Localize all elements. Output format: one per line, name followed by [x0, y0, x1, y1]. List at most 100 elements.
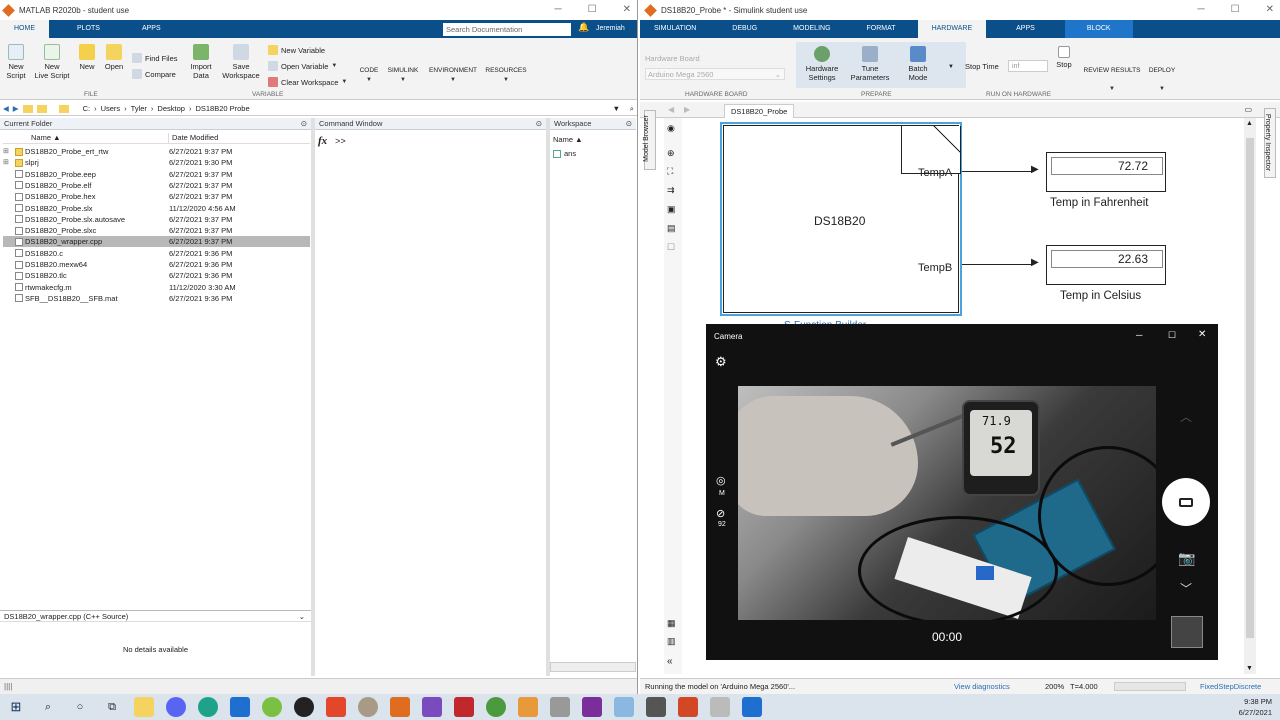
- file-row[interactable]: DS18B20_Probe.slx 11/12/2020 4:56 AM: [3, 203, 310, 214]
- layout-icon[interactable]: ▭: [1244, 105, 1252, 114]
- tab-apps[interactable]: APPS: [1002, 20, 1049, 38]
- property-inspector-strip[interactable]: Property Inspector: [1264, 108, 1276, 178]
- discord-icon[interactable]: [166, 697, 186, 717]
- minimize-icon[interactable]: ─: [1198, 4, 1205, 15]
- annotation-icon[interactable]: ▤: [667, 223, 676, 234]
- photo-camera-icon[interactable]: 📷: [1178, 550, 1195, 567]
- review-results-button[interactable]: REVIEW RESULTS ▼: [1082, 66, 1142, 94]
- app-w-icon[interactable]: [262, 697, 282, 717]
- forward-icon[interactable]: ▶: [684, 105, 690, 114]
- hide-show-icon[interactable]: ◉: [667, 123, 675, 134]
- start-icon[interactable]: ⊞: [6, 697, 26, 717]
- compare-button[interactable]: Compare: [132, 69, 176, 79]
- file-row[interactable]: DS18B20.tlc 6/27/2021 9:36 PM: [3, 270, 310, 281]
- path-segment[interactable]: DS18B20 Probe: [195, 104, 249, 113]
- chevron-down-icon[interactable]: ﹀: [1180, 580, 1192, 597]
- record-video-button[interactable]: [1162, 478, 1210, 526]
- file-row[interactable]: DS18B20.mexw64 6/27/2021 9:36 PM: [3, 259, 310, 270]
- edge-icon[interactable]: [198, 697, 218, 717]
- tab-simulation[interactable]: SIMULATION: [640, 20, 710, 38]
- area-icon[interactable]: ☐: [667, 242, 675, 253]
- up-folder-icon[interactable]: [22, 104, 33, 113]
- path-segment[interactable]: C:: [83, 104, 91, 113]
- fx-icon[interactable]: fx: [318, 135, 327, 147]
- file-row[interactable]: SFB__DS18B20__SFB.mat 6/27/2021 9:36 PM: [3, 293, 310, 304]
- environment-section[interactable]: ENVIRONMENT ▼: [426, 66, 480, 85]
- workspace-column-name[interactable]: Name ▲: [553, 135, 583, 144]
- system-clock[interactable]: 9:38 PM 6/27/2021: [1239, 696, 1272, 718]
- save-workspace-button[interactable]: Save Workspace: [220, 44, 262, 80]
- workspace-scrollbar[interactable]: [550, 662, 636, 672]
- view-diagnostics-link[interactable]: View diagnostics: [954, 679, 1010, 694]
- canvas-scrollbar[interactable]: ▲ ▼: [1244, 118, 1256, 674]
- office-icon[interactable]: [326, 697, 346, 717]
- file-row[interactable]: DS18B20_wrapper.cpp 6/27/2021 9:37 PM: [3, 236, 310, 248]
- tune-parameters-button[interactable]: Tune Parameters: [850, 46, 890, 82]
- back-icon[interactable]: ◀: [668, 105, 674, 114]
- batch-mode-button[interactable]: Batch Mode: [900, 46, 936, 82]
- gimp-icon[interactable]: [358, 697, 378, 717]
- clear-workspace-button[interactable]: Clear Workspace ▼: [268, 77, 347, 87]
- stop-button[interactable]: Stop: [1052, 46, 1076, 69]
- bell-icon[interactable]: 🔔: [578, 22, 589, 33]
- simulink-section[interactable]: SIMULINK ▼: [385, 66, 421, 85]
- close-icon[interactable]: ✕: [623, 4, 631, 15]
- tab-home[interactable]: HOME: [0, 20, 49, 38]
- forward-icon[interactable]: ▶: [13, 104, 19, 113]
- new-script-button[interactable]: New Script: [4, 44, 28, 80]
- path-segment[interactable]: Users: [101, 104, 121, 113]
- visual-studio-icon[interactable]: [422, 697, 442, 717]
- task-view-icon[interactable]: ⧉: [102, 697, 122, 717]
- tab-block[interactable]: BLOCK: [1064, 20, 1133, 38]
- maximize-icon[interactable]: ☐: [588, 4, 597, 15]
- folder-icon[interactable]: [58, 104, 69, 113]
- tab-format[interactable]: FORMAT: [853, 20, 910, 38]
- file-row[interactable]: rtwmakecfg.m 11/12/2020 3:30 AM: [3, 282, 310, 293]
- powerpoint-icon[interactable]: [678, 697, 698, 717]
- path-segment[interactable]: Tyler: [131, 104, 147, 113]
- tab-modeling[interactable]: MODELING: [779, 20, 844, 38]
- new-variable-button[interactable]: New Variable: [268, 45, 325, 55]
- camera-taskbar-icon[interactable]: [646, 697, 666, 717]
- tab-debug[interactable]: DEBUG: [718, 20, 771, 38]
- maximize-icon[interactable]: ☐: [1168, 330, 1176, 341]
- import-data-button[interactable]: Import Data: [186, 44, 216, 80]
- file-row[interactable]: ⊞ slprj 6/27/2021 9:30 PM: [3, 157, 310, 168]
- resources-section[interactable]: RESOURCES ▼: [484, 66, 528, 85]
- close-icon[interactable]: ✕: [1198, 329, 1206, 340]
- panel-menu-icon[interactable]: ⊙: [536, 118, 542, 130]
- media-player-icon[interactable]: [742, 697, 762, 717]
- cortana-icon[interactable]: ○: [70, 697, 90, 717]
- file-explorer-icon[interactable]: [134, 697, 154, 717]
- screenshot-icon[interactable]: ▦: [667, 618, 676, 629]
- sfunction-block[interactable]: DS18B20 TempA TempB: [720, 122, 962, 316]
- display-celsius[interactable]: 22.63: [1046, 245, 1166, 285]
- expand-icon[interactable]: ⊞: [3, 157, 9, 168]
- file-row[interactable]: ⊞ DS18B20_Probe_ert_rtw 6/27/2021 9:37 PM: [3, 146, 310, 157]
- tab-apps[interactable]: APPS: [128, 20, 175, 38]
- display-fahrenheit[interactable]: 72.72: [1046, 152, 1166, 192]
- close-icon[interactable]: ✕: [1266, 4, 1274, 15]
- matlab-taskbar-icon[interactable]: [390, 697, 410, 717]
- table-icon[interactable]: ▥: [667, 636, 676, 647]
- simulink-taskbar-icon[interactable]: [518, 697, 538, 717]
- panel-menu-icon[interactable]: ⊙: [626, 118, 632, 130]
- hardware-board-select[interactable]: Arduino Mega 2560 ⌄: [645, 68, 785, 80]
- signal-line-a[interactable]: [962, 171, 1034, 172]
- onenote-icon[interactable]: [582, 697, 602, 717]
- workspace-variable[interactable]: ans: [553, 149, 576, 158]
- file-row[interactable]: DS18B20_Probe.elf 6/27/2021 9:37 PM: [3, 180, 310, 191]
- arrow-icon[interactable]: ⇉: [667, 185, 675, 196]
- app-icon[interactable]: [710, 697, 730, 717]
- app-pen-icon[interactable]: [550, 697, 570, 717]
- column-name[interactable]: Name ▲: [3, 133, 169, 143]
- code-section[interactable]: CODE ▼: [358, 66, 380, 85]
- expand-icon[interactable]: ⊞: [3, 146, 9, 157]
- app-f-icon[interactable]: [454, 697, 474, 717]
- mail-icon[interactable]: [230, 697, 250, 717]
- column-date[interactable]: Date Modified: [169, 133, 218, 143]
- deploy-button[interactable]: DEPLOY ▼: [1148, 66, 1176, 94]
- image-icon[interactable]: ▣: [667, 204, 676, 215]
- scroll-thumb[interactable]: [1246, 138, 1254, 638]
- tab-hardware[interactable]: HARDWARE: [917, 20, 987, 38]
